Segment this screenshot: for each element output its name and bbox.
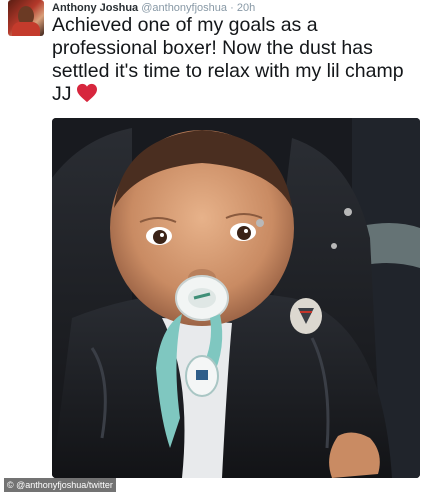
tweet-text: Achieved one of my goals as a profession… xyxy=(52,14,404,105)
tweet-text-block: Achieved one of my goals as a profession… xyxy=(52,14,424,106)
display-name[interactable]: Anthony Joshua xyxy=(52,2,138,14)
header-separator: · xyxy=(230,2,234,14)
photo-credit: © @anthonyfjoshua/twitter xyxy=(4,478,116,492)
tweet-card: Anthony Joshua @anthonyfjoshua · 20h Ach… xyxy=(0,0,430,492)
heart-icon xyxy=(76,83,98,103)
user-handle[interactable]: @anthonyfjoshua xyxy=(141,2,227,14)
tweet-photo[interactable] xyxy=(52,118,420,478)
tweet-timestamp[interactable]: 20h xyxy=(237,2,255,14)
profile-avatar[interactable] xyxy=(8,0,44,36)
